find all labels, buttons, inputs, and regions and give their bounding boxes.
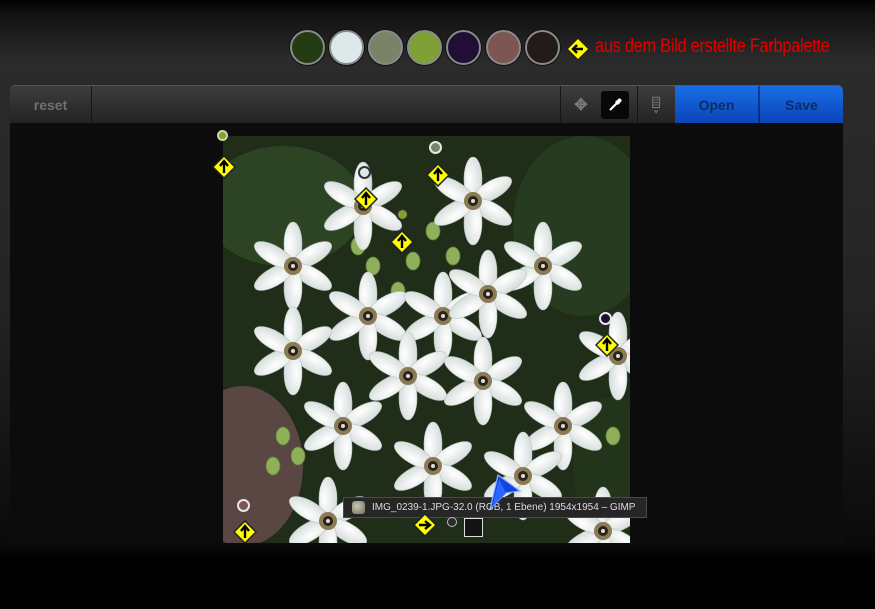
color-sample-square[interactable] [464,518,483,537]
arrow-left-sign-icon [566,37,590,61]
gimp-icon [352,501,365,514]
arrow-up-sign-icon [426,163,450,187]
palette-swatch-2[interactable] [329,30,364,65]
arrow-up-sign-icon [212,155,236,179]
open-button[interactable]: Open [675,86,759,123]
color-sample-marker[interactable] [396,208,409,221]
color-sample-marker[interactable] [429,141,442,154]
arrow-right-sign-icon [413,513,437,537]
reset-button[interactable]: reset [10,86,92,123]
palette-swatch-4[interactable] [407,30,442,65]
palette-swatch-1[interactable] [290,30,325,65]
arrow-up-sign-icon [595,333,619,357]
arrow-up-sign-icon [354,187,378,211]
arrow-up-sign-icon [233,520,257,544]
palette-swatch-3[interactable] [368,30,403,65]
palette-swatch-6[interactable] [486,30,521,65]
flower-photo[interactable] [223,136,630,543]
color-sample-marker[interactable] [217,130,228,141]
arrow-up-sign-icon [390,230,414,254]
color-sample-marker[interactable] [237,499,250,512]
color-sample-marker[interactable] [599,312,612,325]
toolbar: reset ✥ Open Save [10,85,843,123]
palette-swatch-5[interactable] [446,30,481,65]
save-button[interactable]: Save [760,86,843,123]
mouse-cursor-icon [484,471,524,511]
color-sample-marker[interactable] [447,517,457,527]
toolbar-divider [637,86,638,123]
palette-swatch-7[interactable] [525,30,560,65]
eyedropper-icon[interactable] [601,91,629,119]
toolbar-divider [560,86,561,123]
palette-icon[interactable] [642,86,672,123]
color-sample-marker[interactable] [358,166,371,179]
palette-caption: aus dem Bild erstellte Farbpalette [595,36,830,57]
move-icon[interactable]: ✥ [564,86,598,123]
